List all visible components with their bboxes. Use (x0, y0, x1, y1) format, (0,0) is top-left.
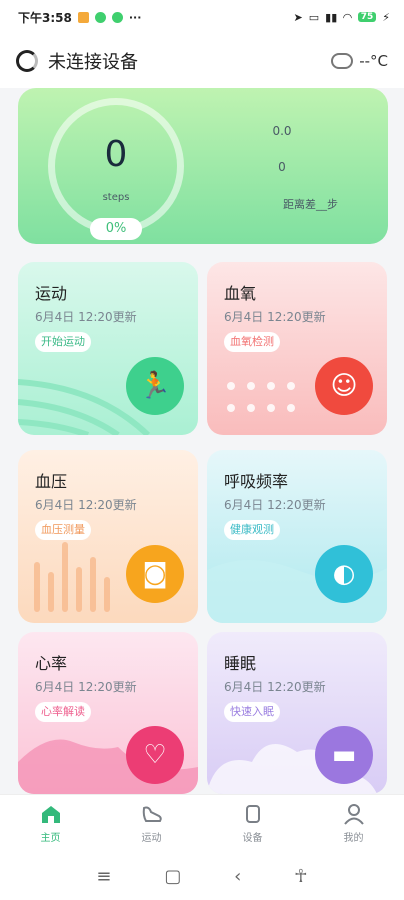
tile-action-tag[interactable]: 血压测量 (35, 520, 91, 540)
tile-update-time: 6月4日 12:20更新 (35, 680, 137, 694)
dots-decoration (227, 382, 295, 412)
tile-action-tag[interactable]: 快速入眠 (224, 702, 280, 722)
tile-heart-rate[interactable]: 心率 6月4日 12:20更新 心率解读 ♡ (18, 632, 198, 794)
tile-update-time: 6月4日 12:20更新 (35, 310, 137, 324)
tile-breathing-rate[interactable]: 呼吸频率 6月4日 12:20更新 健康观测 ◐ (207, 450, 387, 623)
tile-action-tag[interactable]: 健康观测 (224, 520, 280, 540)
location-icon: ➤ (293, 10, 303, 24)
stat-remaining: 距离差__步 (283, 198, 338, 211)
tile-title: 睡眠 (224, 654, 257, 673)
weather-widget[interactable]: --°C (331, 52, 388, 70)
stat-calories: 0 (278, 160, 286, 174)
tile-blood-oxygen[interactable]: 血氧 6月4日 12:20更新 血氧检测 ☺ (207, 262, 387, 435)
tile-blood-pressure[interactable]: 血压 6月4日 12:20更新 血压测量 ◙ (18, 450, 198, 623)
app-header: 未连接设备 --°C (0, 34, 404, 88)
app-notification-icon (94, 11, 106, 23)
nav-home[interactable]: 主页 (0, 795, 101, 852)
steps-card[interactable]: 0 steps 0% 0.0 0 距离差__步 (18, 88, 388, 244)
blood-pressure-monitor-icon[interactable]: ◙ (126, 545, 184, 603)
vibrate-icon: ▭ (308, 10, 320, 24)
temperature-value: --°C (359, 52, 388, 70)
head-profile-icon[interactable]: ◐ (315, 545, 373, 603)
runner-icon[interactable]: 🏃 (126, 357, 184, 415)
tile-action-tag[interactable]: 开始运动 (35, 332, 91, 352)
battery-icon: 75 (357, 12, 377, 22)
app-notification-icon (77, 11, 89, 23)
tile-update-time: 6月4日 12:20更新 (224, 310, 326, 324)
bottom-navigation: 主页 运动 设备 我的 (0, 794, 404, 852)
home-icon (40, 803, 62, 825)
tile-action-tag[interactable]: 心率解读 (35, 702, 91, 722)
system-navigation: ≡ ▢ ‹ ☥ (0, 852, 404, 900)
nav-label: 我的 (343, 833, 364, 844)
home-square-icon[interactable]: ▢ (164, 866, 181, 887)
steps-percent-badge: 0% (90, 218, 142, 240)
charging-icon: ⚡ (382, 10, 390, 24)
device-connection-title[interactable]: 未连接设备 (48, 48, 138, 74)
nav-profile[interactable]: 我的 (303, 795, 404, 852)
wifi-icon: ◠ (343, 10, 352, 24)
steps-unit: steps (102, 192, 130, 203)
tile-title: 血氧 (224, 284, 257, 303)
device-status-icon[interactable] (16, 50, 38, 72)
signal-icon: ▮▮ (325, 10, 338, 24)
cloud-icon (331, 53, 354, 69)
tile-title: 运动 (35, 284, 68, 303)
app-notification-icon (111, 11, 123, 23)
nav-label: 运动 (141, 833, 162, 844)
tile-title: 血压 (35, 472, 68, 491)
nav-sport[interactable]: 运动 (101, 795, 202, 852)
heart-icon[interactable]: ♡ (126, 726, 184, 784)
tile-title: 呼吸频率 (224, 472, 289, 491)
tile-action-tag[interactable]: 血氧检测 (224, 332, 280, 352)
nav-device[interactable]: 设备 (202, 795, 303, 852)
tile-sleep[interactable]: 睡眠 6月4日 12:20更新 快速入眠 ▬ (207, 632, 387, 794)
bars-decoration (34, 542, 110, 612)
steps-count: 0 (104, 134, 128, 175)
nav-label: 主页 (40, 833, 61, 844)
stat-distance: 0.0 (272, 124, 292, 138)
status-time: 下午3:58 (18, 10, 72, 25)
bed-icon[interactable]: ▬ (315, 726, 373, 784)
shoe-icon (141, 803, 163, 825)
status-bar: 下午3:58 ··· ➤ ▭ ▮▮ ◠ 75 ⚡ (0, 0, 404, 34)
tile-update-time: 6月4日 12:20更新 (224, 498, 326, 512)
tile-title: 心率 (35, 654, 68, 673)
more-icon: ··· (128, 10, 142, 24)
accessibility-icon[interactable]: ☥ (294, 866, 307, 887)
watch-icon (242, 803, 264, 825)
tile-update-time: 6月4日 12:20更新 (35, 498, 137, 512)
tile-sport[interactable]: 运动 6月4日 12:20更新 开始运动 🏃 (18, 262, 198, 435)
nav-label: 设备 (242, 833, 263, 844)
face-icon[interactable]: ☺ (315, 357, 373, 415)
menu-icon[interactable]: ≡ (96, 866, 111, 887)
back-icon[interactable]: ‹ (234, 866, 241, 887)
tile-update-time: 6月4日 12:20更新 (224, 680, 326, 694)
person-icon (343, 803, 365, 825)
